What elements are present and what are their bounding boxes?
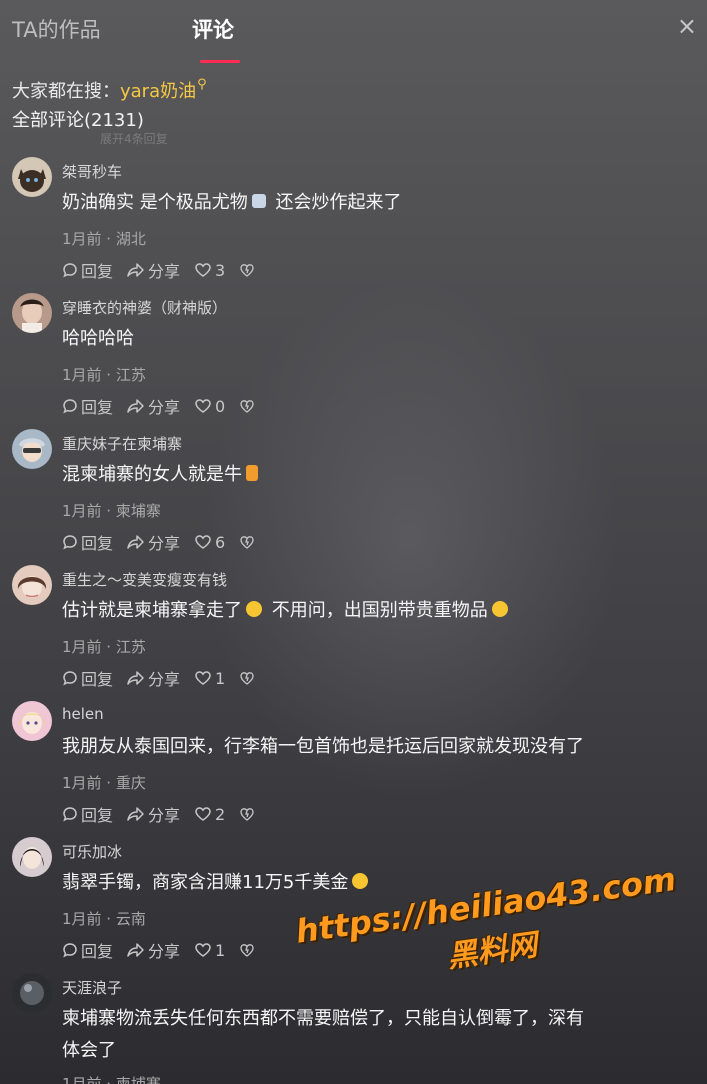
close-icon[interactable]: × xyxy=(677,12,697,40)
tab-bar: TA的作品 评论 × xyxy=(0,0,707,64)
comment-username[interactable]: helen xyxy=(62,705,104,723)
comment-meta: 1月前 · 湖北 xyxy=(62,230,146,248)
comment-actions: 回复 分享 1 xyxy=(62,938,255,962)
comment-meta: 1月前 · 重庆 xyxy=(62,774,146,792)
dislike-button[interactable] xyxy=(239,530,255,554)
comment-meta: 1月前 · 江苏 xyxy=(62,638,146,656)
tab-works[interactable]: TA的作品 xyxy=(12,14,101,44)
comment-text: 我朋友从泰国回来，行李箱一包首饰也是托运后回家就发现没有了 xyxy=(62,736,584,757)
heart-icon xyxy=(195,671,211,685)
share-icon xyxy=(127,943,144,957)
like-button[interactable]: 1 xyxy=(194,938,225,962)
heart-icon xyxy=(195,807,211,821)
reply-icon xyxy=(63,263,77,278)
dislike-button[interactable] xyxy=(239,938,255,962)
thumbs-up-emoji-icon xyxy=(246,465,258,481)
avatar[interactable] xyxy=(12,837,52,877)
avatar[interactable] xyxy=(12,701,52,741)
comment-actions: 回复 分享 6 xyxy=(62,530,255,554)
comment-username[interactable]: 桀哥秒车 xyxy=(62,161,122,182)
like-button[interactable]: 0 xyxy=(194,394,225,418)
comment-username[interactable]: 天涯浪子 xyxy=(62,977,122,998)
heart-icon xyxy=(195,535,211,549)
broken-heart-icon xyxy=(240,536,254,549)
reply-button[interactable]: 回复 xyxy=(62,258,113,282)
comment-meta: 1月前 · 江苏 xyxy=(62,366,146,384)
reply-button[interactable]: 回复 xyxy=(62,802,113,826)
broken-heart-icon xyxy=(240,672,254,685)
comment-meta: 1月前 · 云南 xyxy=(62,910,146,928)
trending-search: 大家都在搜：yara奶油⚲ xyxy=(12,77,207,103)
comment-text: 估计就是柬埔寨拿走了 不用问，出国别带贵重物品 xyxy=(62,595,698,627)
rolling-laugh-emoji-icon xyxy=(352,873,369,889)
share-button[interactable]: 分享 xyxy=(127,258,180,282)
comment-text: 奶油确实 是个极品尤物 还会炒作起来了 xyxy=(62,192,402,213)
share-button[interactable]: 分享 xyxy=(127,530,180,554)
share-icon xyxy=(127,535,144,549)
heart-icon xyxy=(195,263,211,277)
reply-button[interactable]: 回复 xyxy=(62,666,113,690)
like-button[interactable]: 6 xyxy=(194,530,225,554)
comment-actions: 回复 分享 0 xyxy=(62,394,255,418)
like-button[interactable]: 3 xyxy=(194,258,225,282)
avatar[interactable] xyxy=(12,293,52,333)
share-icon xyxy=(127,671,144,685)
share-icon xyxy=(127,399,144,413)
background-glow xyxy=(200,280,620,800)
reply-button[interactable]: 回复 xyxy=(62,394,113,418)
comment-text: 哈哈哈哈 xyxy=(62,328,134,349)
dislike-button[interactable] xyxy=(239,394,255,418)
avatar[interactable] xyxy=(12,973,52,1013)
tab-comments[interactable]: 评论 xyxy=(192,14,234,44)
reply-icon xyxy=(63,943,77,958)
reply-icon xyxy=(63,671,77,686)
dislike-button[interactable] xyxy=(239,258,255,282)
heart-icon xyxy=(195,943,211,957)
reply-icon xyxy=(63,807,77,822)
reply-icon xyxy=(63,535,77,550)
comment-username[interactable]: 重生之～变美变瘦变有钱 xyxy=(62,569,227,590)
share-icon xyxy=(127,263,144,277)
avatar[interactable] xyxy=(12,157,52,197)
share-button[interactable]: 分享 xyxy=(127,802,180,826)
active-tab-indicator xyxy=(200,60,240,63)
reply-icon xyxy=(63,399,77,414)
comment-actions: 回复 分享 2 xyxy=(62,802,255,826)
avatar[interactable] xyxy=(12,565,52,605)
comment-username[interactable]: 穿睡衣的神婆（财神版） xyxy=(62,297,227,318)
drink-emoji-icon xyxy=(251,194,266,208)
faded-expand-replies: 展开4条回复 xyxy=(100,132,168,146)
laugh-cry-emoji-icon xyxy=(246,601,262,617)
avatar[interactable] xyxy=(12,429,52,469)
dislike-button[interactable] xyxy=(239,666,255,690)
comment-username[interactable]: 重庆妹子在柬埔寨 xyxy=(62,433,182,454)
reply-button[interactable]: 回复 xyxy=(62,530,113,554)
share-icon xyxy=(127,807,144,821)
like-button[interactable]: 1 xyxy=(194,666,225,690)
like-button[interactable]: 2 xyxy=(194,802,225,826)
comment-text: 混柬埔寨的女人就是牛 xyxy=(62,459,698,491)
comment-username[interactable]: 可乐加冰 xyxy=(62,841,122,862)
comment-meta: 1月前 · 柬埔寨 xyxy=(62,1075,161,1084)
broken-heart-icon xyxy=(240,264,254,277)
broken-heart-icon xyxy=(240,944,254,957)
share-button[interactable]: 分享 xyxy=(127,938,180,962)
heart-icon xyxy=(195,399,211,413)
broken-heart-icon xyxy=(240,808,254,821)
share-button[interactable]: 分享 xyxy=(127,666,180,690)
comment-actions: 回复 分享 3 xyxy=(62,258,255,282)
reply-button[interactable]: 回复 xyxy=(62,938,113,962)
comment-actions: 回复 分享 1 xyxy=(62,666,255,690)
trending-search-term[interactable]: yara奶油⚲ xyxy=(120,77,207,102)
broken-heart-icon xyxy=(240,400,254,413)
comment-meta: 1月前 · 柬埔寨 xyxy=(62,502,161,520)
search-icon: ⚲ xyxy=(197,77,207,92)
trending-search-prefix: 大家都在搜： xyxy=(12,81,120,102)
rolling-laugh-emoji-icon xyxy=(491,601,508,617)
share-button[interactable]: 分享 xyxy=(127,394,180,418)
dislike-button[interactable] xyxy=(239,802,255,826)
comment-text: 柬埔寨物流丢失任何东西都不需要赔偿了，只能自认倒霉了，深有 体会了 xyxy=(62,1008,584,1061)
comment-count: 全部评论(2131) xyxy=(12,110,144,131)
